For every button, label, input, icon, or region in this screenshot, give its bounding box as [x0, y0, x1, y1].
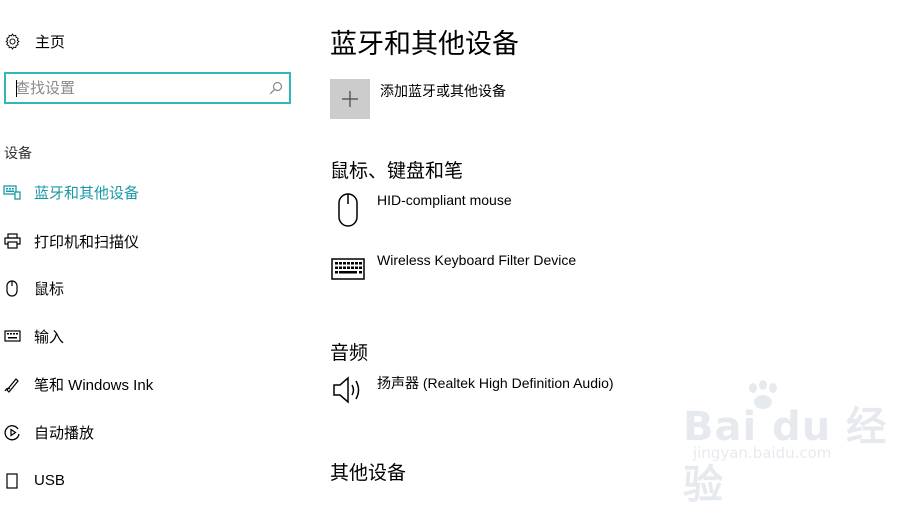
sidebar-item-autoplay[interactable]: 自动播放 [0, 420, 94, 444]
watermark-url: jingyan.baidu.com [693, 444, 832, 462]
group-title-other-devices: 其他设备 [330, 463, 407, 484]
sidebar-item-usb[interactable]: USB [0, 468, 65, 492]
bluetooth-devices-icon [2, 182, 22, 202]
search-input[interactable] [15, 78, 255, 98]
search-box[interactable] [4, 72, 291, 104]
device-wireless-keyboard[interactable]: Wireless Keyboard Filter Device [330, 252, 576, 298]
plus-icon [342, 91, 358, 107]
device-name: 扬声器 (Realtek High Definition Audio) [377, 375, 614, 391]
group-title-mouse-keyboard-pen: 鼠标、键盘和笔 [330, 161, 464, 182]
keyboard-icon [2, 326, 22, 346]
add-device-button[interactable]: 添加蓝牙或其他设备 [330, 79, 506, 119]
search-icon[interactable] [269, 81, 283, 95]
sidebar-item-label: 打印机和扫描仪 [34, 233, 140, 251]
sidebar-item-label: USB [34, 471, 65, 489]
device-name: HID-compliant mouse [377, 192, 512, 208]
printer-icon [2, 231, 22, 251]
sidebar-item-bluetooth[interactable]: 蓝牙和其他设备 [0, 180, 139, 204]
sidebar-item-label: 鼠标 [34, 280, 65, 298]
speaker-icon [330, 373, 366, 413]
usb-icon [2, 470, 22, 490]
sidebar-item-mouse[interactable]: 鼠标 [0, 276, 64, 300]
sidebar-item-printers[interactable]: 打印机和扫描仪 [0, 229, 139, 253]
sidebar-item-label: 蓝牙和其他设备 [34, 184, 140, 202]
device-hid-mouse[interactable]: HID-compliant mouse [330, 192, 512, 232]
home-label: 主页 [35, 33, 66, 51]
keyboard-icon [330, 252, 366, 298]
sidebar-item-label: 自动播放 [34, 424, 95, 442]
section-label-devices: 设备 [4, 145, 32, 161]
sidebar-item-pen[interactable]: 笔和 Windows Ink [0, 372, 153, 396]
autoplay-icon [2, 422, 22, 442]
pen-icon [2, 374, 22, 394]
sidebar-item-label: 输入 [34, 328, 65, 346]
mouse-icon [2, 278, 22, 298]
mouse-icon [330, 192, 366, 232]
add-device-label: 添加蓝牙或其他设备 [380, 83, 506, 99]
baidu-watermark: Bai du 经验 jingyan.baidu.com [683, 380, 895, 508]
device-name: Wireless Keyboard Filter Device [377, 252, 577, 268]
device-speaker[interactable]: 扬声器 (Realtek High Definition Audio) [330, 373, 614, 413]
sidebar-item-typing[interactable]: 输入 [0, 324, 64, 348]
gear-icon [3, 32, 21, 50]
text-caret [16, 80, 17, 97]
group-title-audio: 音频 [330, 343, 369, 364]
sidebar: 主页 设备 蓝牙和其他设备 [0, 0, 300, 490]
sidebar-item-label: 笔和 Windows Ink [34, 376, 154, 394]
home-link[interactable]: 主页 [3, 30, 65, 52]
page-title: 蓝牙和其他设备 [330, 29, 519, 59]
add-tile[interactable] [330, 79, 370, 119]
